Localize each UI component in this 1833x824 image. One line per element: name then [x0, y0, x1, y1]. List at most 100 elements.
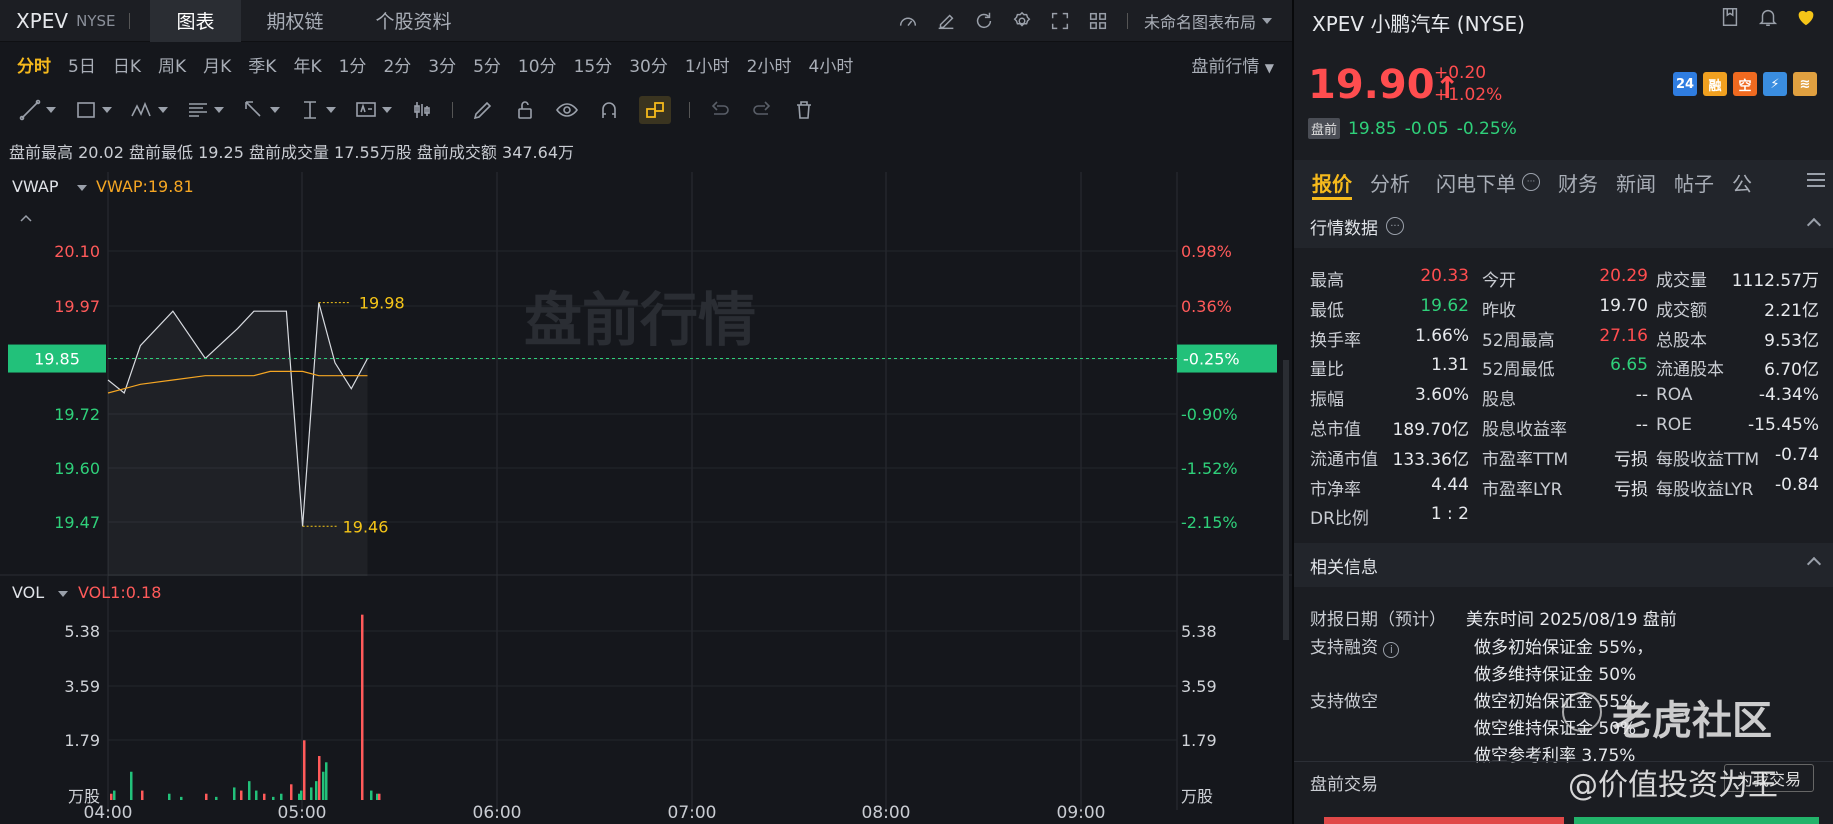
- chevron-up-icon[interactable]: [1806, 556, 1822, 572]
- refresh-icon[interactable]: [973, 10, 995, 32]
- quote-label: 流通股本: [1656, 360, 1724, 381]
- quote-tab-0[interactable]: 报价: [1312, 160, 1352, 204]
- period-6[interactable]: 年K: [293, 52, 321, 77]
- tab-chart[interactable]: 图表: [150, 0, 241, 42]
- period-7[interactable]: 1分: [339, 52, 367, 77]
- arrow-tool-icon[interactable]: [242, 96, 280, 124]
- period-12[interactable]: 15分: [574, 52, 613, 77]
- text-tool-icon[interactable]: [354, 96, 392, 124]
- edit-icon[interactable]: [935, 10, 957, 32]
- scrollbar: [1283, 360, 1289, 640]
- vol-tick-right: 5.38: [1181, 622, 1217, 641]
- period-1[interactable]: 5日: [68, 52, 96, 77]
- feature-badge-1[interactable]: 融: [1703, 72, 1727, 96]
- fibonacci-tool-icon[interactable]: [186, 96, 224, 124]
- x-tick: 07:00: [668, 803, 717, 823]
- period-9[interactable]: 3分: [428, 52, 456, 77]
- undo-icon[interactable]: [708, 96, 732, 124]
- premarket-trade-label: 盘前交易: [1310, 775, 1378, 795]
- bell-icon[interactable]: [1757, 6, 1779, 28]
- period-8[interactable]: 2分: [383, 52, 411, 77]
- earnings-date-value: 美东时间 2025/08/19 盘前: [1466, 610, 1677, 630]
- eye-icon[interactable]: [555, 96, 579, 124]
- period-10[interactable]: 5分: [473, 52, 501, 77]
- premarket-row: 盘前 19.85 -0.05 -0.25%: [1308, 118, 1517, 139]
- period-14[interactable]: 1小时: [685, 52, 730, 77]
- line-tool-icon[interactable]: [18, 96, 56, 124]
- measure-tool-icon[interactable]: [298, 96, 336, 124]
- quote-tab-4[interactable]: 新闻: [1616, 160, 1656, 204]
- layout-dropdown[interactable]: 未命名图表布局: [1144, 9, 1256, 33]
- quote-value: 1.66%: [1414, 325, 1469, 346]
- y-tick-right: -0.90%: [1181, 405, 1238, 424]
- related-info-header[interactable]: 相关信息: [1294, 543, 1833, 587]
- more-icon[interactable]: ···: [1522, 173, 1540, 191]
- quote-tab-3[interactable]: 财务: [1558, 160, 1598, 204]
- redo-icon[interactable]: [750, 96, 774, 124]
- quote-label: 量比: [1310, 360, 1344, 381]
- volume-bar: [325, 762, 328, 800]
- quote-value: -4.34%: [1758, 385, 1819, 406]
- buy-button[interactable]: [1324, 817, 1564, 824]
- feature-badge-3[interactable]: ⚡: [1763, 72, 1787, 96]
- pen-icon[interactable]: [471, 96, 495, 124]
- quote-tab-1[interactable]: 分析: [1370, 160, 1410, 204]
- y-tick-right: 0.36%: [1181, 297, 1232, 316]
- period-13[interactable]: 30分: [629, 52, 668, 77]
- gear-icon[interactable]: [1011, 10, 1033, 32]
- quote-value: 19.62: [1420, 295, 1469, 316]
- pattern-tool-icon[interactable]: [130, 96, 168, 124]
- divider: [129, 12, 131, 29]
- change-value: +0.20: [1434, 63, 1487, 83]
- market-data-header[interactable]: 行情数据 ···: [1294, 204, 1833, 248]
- current-price-value: 19.85: [34, 350, 80, 369]
- quote-label: DR比例: [1310, 509, 1369, 530]
- period-2[interactable]: 日K: [113, 52, 141, 77]
- quote-label: ROE: [1656, 415, 1692, 435]
- trash-icon[interactable]: [792, 96, 816, 124]
- quote-tab-2[interactable]: 闪电下单: [1436, 160, 1516, 204]
- period-3[interactable]: 周K: [158, 52, 186, 77]
- period-0[interactable]: 分时: [17, 52, 51, 77]
- bookmark-icon[interactable]: [1719, 6, 1741, 28]
- info-icon[interactable]: i: [1383, 642, 1400, 658]
- feature-badge-4[interactable]: ≋: [1793, 72, 1817, 96]
- chart-canvas[interactable]: 20.10 0.98% 19.97 0.36% 19.72 -0.90% 19.60 -1.5…: [0, 170, 1292, 824]
- speedometer-icon[interactable]: [897, 10, 919, 32]
- feature-badge-0[interactable]: 24: [1673, 72, 1697, 96]
- link-icon[interactable]: [639, 96, 671, 124]
- fullscreen-icon[interactable]: [1049, 10, 1071, 32]
- heart-icon[interactable]: [1795, 6, 1817, 28]
- candle-tool-icon[interactable]: [410, 96, 434, 124]
- y-tick-left: 19.47: [54, 513, 100, 532]
- period-5[interactable]: 季K: [248, 52, 276, 77]
- menu-icon[interactable]: [1807, 172, 1825, 188]
- lock-icon[interactable]: [513, 96, 537, 124]
- price-chart[interactable]: 20.10 0.98% 19.97 0.36% 19.72 -0.90% 19.60 -1.5…: [0, 170, 1292, 824]
- tab-stock-profile[interactable]: 个股资料: [350, 0, 478, 42]
- app-window: XPEV NYSE 图表 期权链 个股资料 未命名图表布局 分时 5日 日K 周K 月K…: [0, 0, 1833, 824]
- quote-value: 1 : 2: [1430, 504, 1469, 525]
- period-4[interactable]: 月K: [203, 52, 231, 77]
- grid-layout-icon[interactable]: [1087, 10, 1109, 32]
- magnet-icon[interactable]: [597, 96, 621, 124]
- chevron-up-icon[interactable]: [1806, 217, 1822, 233]
- vol-label: VOL: [12, 583, 44, 602]
- premarket-dropdown[interactable]: 盘前行情 ▼: [1191, 52, 1274, 77]
- period-11[interactable]: 10分: [518, 52, 557, 77]
- more-icon[interactable]: ···: [1386, 217, 1404, 235]
- quote-tab-6[interactable]: 公: [1732, 160, 1752, 204]
- period-15[interactable]: 2小时: [747, 52, 792, 77]
- margin-label-text: 支持融资: [1310, 638, 1378, 658]
- rectangle-tool-icon[interactable]: [74, 96, 112, 124]
- quote-value: 9.53亿: [1764, 330, 1819, 351]
- quote-label: 股息: [1482, 390, 1516, 411]
- feature-badge-2[interactable]: 空: [1733, 72, 1757, 96]
- volume-bar: [315, 781, 318, 800]
- quote-tab-5[interactable]: 帖子: [1674, 160, 1714, 204]
- volume-bar: [113, 790, 116, 800]
- sell-button[interactable]: [1574, 817, 1819, 824]
- chevron-down-icon[interactable]: [1262, 18, 1272, 24]
- tab-options-chain[interactable]: 期权链: [241, 0, 350, 42]
- period-16[interactable]: 4小时: [809, 52, 854, 77]
